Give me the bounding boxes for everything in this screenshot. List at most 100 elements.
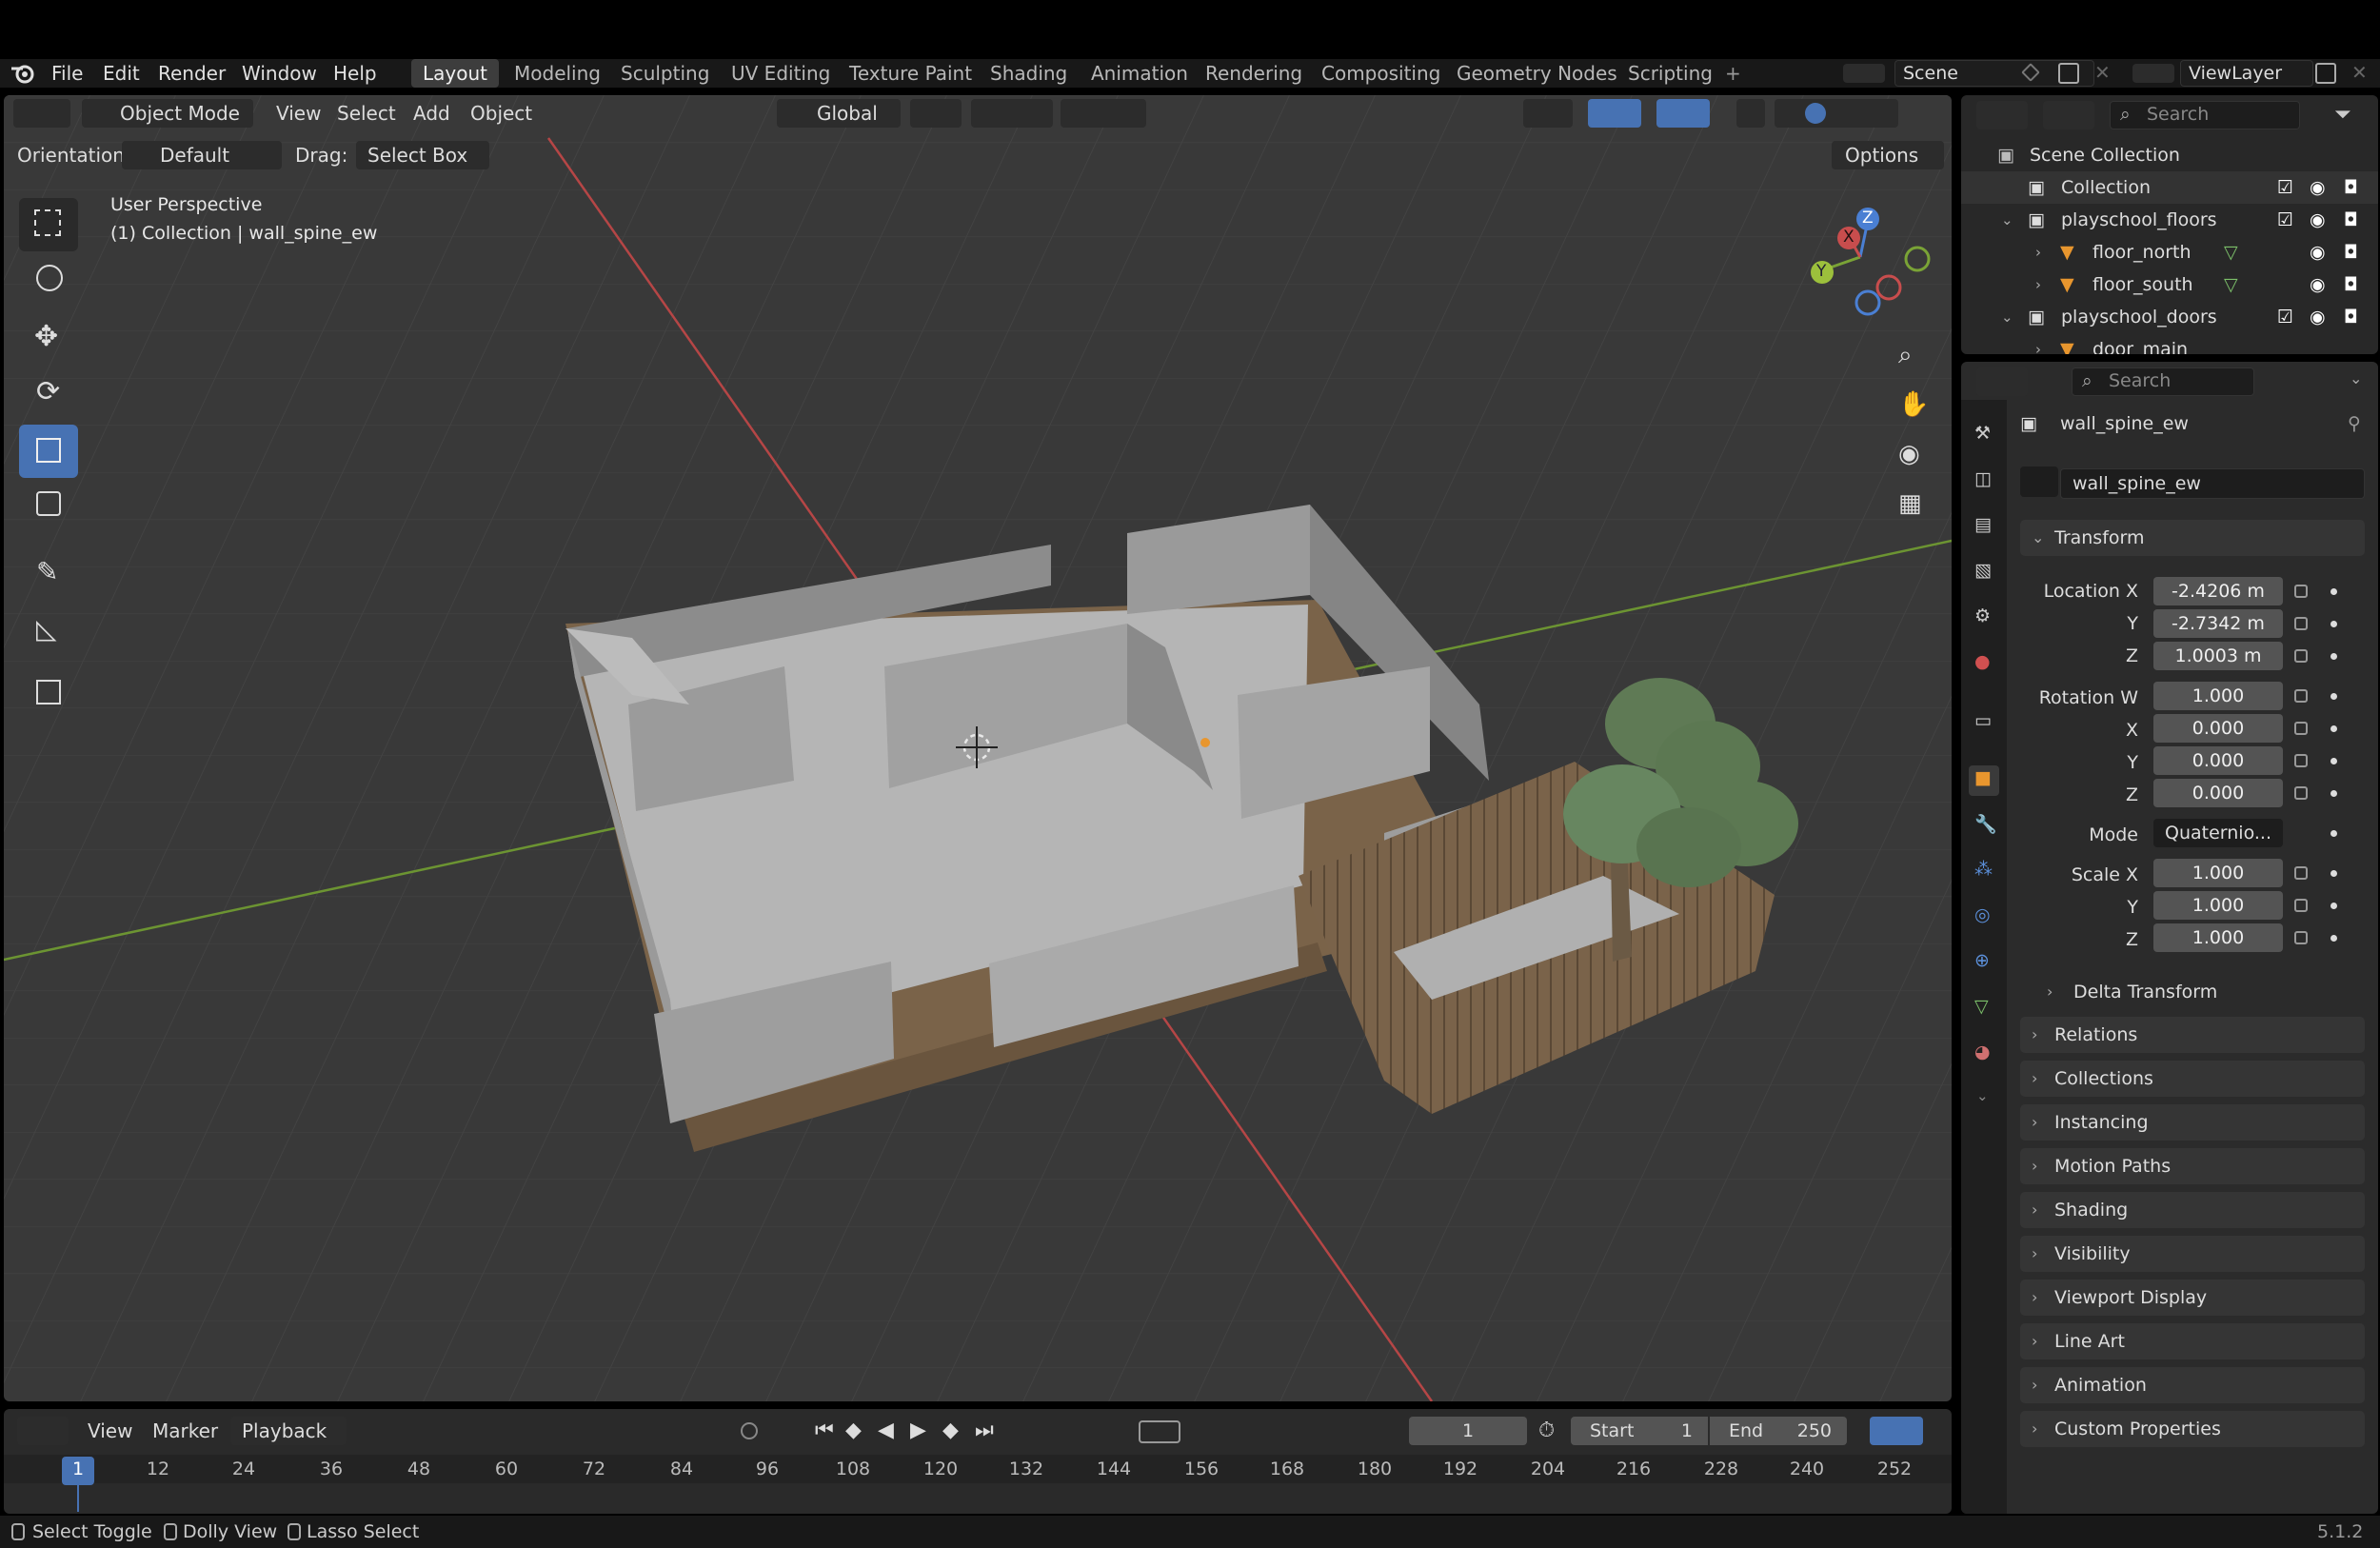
location-z-field[interactable]: 1.0003 m [2153,642,2283,670]
camera-icon[interactable]: ◘ [2344,236,2358,268]
location-x-field[interactable]: -2.4206 m [2153,577,2283,605]
navigation-gizmo[interactable]: Z Y X [1794,200,1936,324]
new-view-layer-icon[interactable] [2315,63,2336,84]
collapse-chevron-icon[interactable]: ⌄ [2001,301,2013,333]
gizmo-toggle-button[interactable] [1588,99,1641,128]
panel-shading[interactable]: › Shading [2020,1192,2365,1228]
expand-chevron-icon[interactable]: › [2035,268,2041,301]
keyframe-dot-icon[interactable] [2330,693,2337,700]
delta-transform-subpanel[interactable]: › Delta Transform [2047,977,2361,1007]
filter-icon[interactable]: ⏷ [2334,103,2363,128]
solid-shading-icon[interactable] [1805,103,1826,124]
scene-icon[interactable] [1843,64,1885,83]
tab-rendering[interactable]: Rendering [1194,59,1314,88]
menu-select[interactable]: Select [337,99,396,128]
mesh-data-icon[interactable]: ▽ [2224,236,2238,268]
eye-icon[interactable]: ◉ [2310,268,2326,301]
current-frame-field[interactable]: 1 [1409,1417,1527,1445]
outliner-row-floor-south[interactable]: › ▼ floor_south ▽ ◉ ◘ [1961,268,2378,301]
pivot-point-button[interactable] [910,99,962,128]
expand-chevron-icon[interactable]: › [2035,236,2041,268]
play-icon[interactable]: ▶ [910,1419,926,1442]
physics-tab-icon[interactable]: ◎ [1969,903,1999,933]
data-tab-icon[interactable]: ▽ [1969,994,1999,1024]
tool-tab-icon[interactable]: ⚒ [1969,421,1999,451]
camera-icon[interactable]: ◘ [2344,204,2358,236]
select-box-tool[interactable] [19,198,78,251]
object-tab-icon[interactable]: ■ [1969,765,1999,796]
blender-logo-icon[interactable] [10,63,36,84]
panel-motion-paths[interactable]: › Motion Paths [2020,1148,2365,1184]
output-tab-icon[interactable]: ▤ [1969,512,1999,543]
view-layer-icon[interactable] [2132,64,2174,83]
transform-panel-header[interactable]: ⌄ Transform [2020,520,2365,556]
eye-icon[interactable]: ◉ [2310,204,2326,236]
expand-chevron-icon[interactable]: › [2035,333,2041,354]
keyframe-dot-icon[interactable] [2330,903,2337,909]
auto-keying-icon[interactable] [741,1422,758,1439]
mesh-data-icon[interactable]: ▽ [2224,268,2238,301]
proportional-editing-button[interactable] [1061,99,1146,128]
play-reverse-icon[interactable]: ◀ [878,1419,894,1442]
snap-button[interactable] [971,99,1053,128]
lock-icon[interactable] [2294,754,2308,767]
scale-z-field[interactable]: 1.000 [2153,923,2283,952]
pan-hand-icon[interactable]: ✋ [1898,390,1933,425]
particles-tab-icon[interactable]: ⁂ [1969,857,1999,887]
object-name-field[interactable]: wall_spine_ew [2060,468,2365,499]
transform-tool[interactable] [19,478,78,531]
exclude-checkbox[interactable]: ☑ [2277,171,2293,204]
playback-dropdown[interactable]: Playback [230,1417,347,1445]
lock-icon[interactable] [2294,786,2308,800]
jump-end-icon[interactable]: ⏭ [975,1419,994,1442]
outliner-row-door-main[interactable]: › ▼ door_main [1961,333,2378,354]
exclude-checkbox[interactable]: ☑ [2277,301,2293,333]
lock-icon[interactable] [2294,617,2308,630]
chevron-down-icon[interactable]: ⌄ [2350,369,2362,387]
keyframe-dot-icon[interactable] [2330,758,2337,764]
scale-tool[interactable] [19,425,78,478]
outliner-row-playschool-floors[interactable]: ⌄ ▣ playschool_floors ☑ ◉ ◘ [1961,204,2378,236]
camera-icon[interactable]: ◘ [2344,268,2358,301]
tab-texture-paint[interactable]: Texture Paint [838,59,983,88]
zoom-icon[interactable]: ⌕ [1898,341,1933,375]
annotate-tool[interactable]: ✎ [19,546,78,600]
timeline-menu-marker[interactable]: Marker [152,1417,218,1445]
measure-tool[interactable]: ◺ [19,604,78,657]
keyframe-dot-icon[interactable] [2330,621,2337,627]
camera-sync-button[interactable] [1870,1417,1923,1445]
3d-viewport[interactable]: Object Mode View Select Add Object Globa… [4,95,1952,1401]
tab-geometry-nodes[interactable]: Geometry Nodes [1445,59,1629,88]
lock-icon[interactable] [2294,585,2308,598]
drag-selector[interactable]: Select Box [356,141,489,169]
keyframe-dot-icon[interactable] [2330,870,2337,877]
properties-search-input[interactable]: ⌕ Search [2072,367,2254,396]
collection-tab-icon[interactable]: ▭ [1969,708,1999,739]
pin-icon[interactable]: ⚲ [2348,413,2361,434]
tab-layout[interactable]: Layout [411,59,499,88]
options-button[interactable]: Options [1832,141,1944,169]
eye-icon[interactable]: ◉ [2310,236,2326,268]
menu-help[interactable]: Help [333,59,377,88]
panel-line-art[interactable]: › Line Art [2020,1323,2365,1359]
xray-button[interactable] [1736,99,1765,128]
mode-selector[interactable]: Object Mode [82,99,253,128]
scene-tab-icon[interactable]: ⚙ [1969,604,1999,634]
menu-add[interactable]: Add [413,99,450,128]
exclude-checkbox[interactable]: ☑ [2277,204,2293,236]
outliner-search-input[interactable]: ⌕ Search [2110,101,2300,129]
tab-uv-editing[interactable]: UV Editing [720,59,842,88]
rotate-tool[interactable]: ⟳ [19,367,78,421]
display-mode-button[interactable] [2043,101,2094,129]
rotation-y-field[interactable]: 0.000 [2153,746,2283,775]
menu-render[interactable]: Render [158,59,226,88]
start-frame-field[interactable]: Start 1 [1571,1417,1708,1445]
camera-icon[interactable]: ◘ [2344,171,2358,204]
menu-file[interactable]: File [51,59,83,88]
transform-orientation-selector[interactable]: Global [777,99,901,128]
remove-view-layer-icon[interactable]: ✕ [2351,61,2370,86]
camera-icon[interactable]: ◘ [2344,301,2358,333]
visibility-button[interactable] [1523,99,1573,128]
lock-icon[interactable] [2294,689,2308,703]
tab-compositing[interactable]: Compositing [1310,59,1452,88]
